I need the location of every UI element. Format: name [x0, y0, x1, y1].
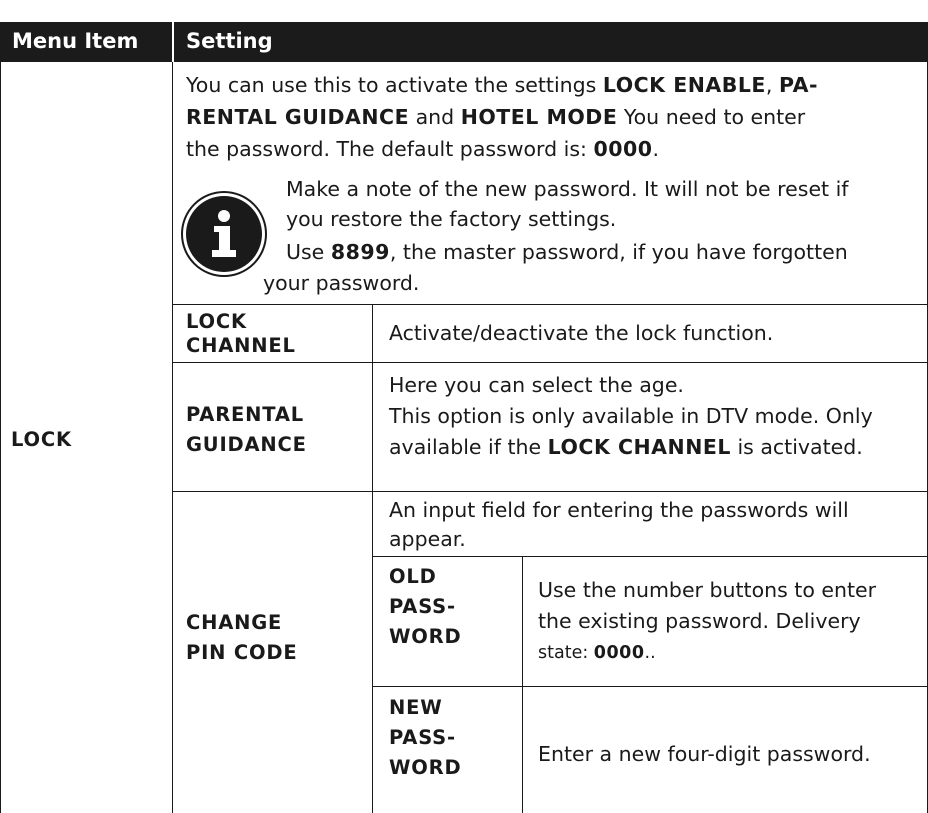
info-icon [181, 191, 267, 277]
row-line-intro [172, 304, 928, 305]
note-line-2: you restore the factory settings. [286, 207, 617, 231]
border-left [0, 62, 1, 813]
row-line-parental [172, 491, 928, 492]
parental-desc-line-3: available if the LOCK CHANNEL is activat… [389, 435, 863, 459]
change-pin-code-label: CHANGE PIN CODE [186, 611, 298, 664]
new-password-desc: Enter a new four-digit password. [538, 742, 871, 766]
old-password-desc-line-2: the existing password. Delivery [538, 609, 861, 633]
note-line-4: your password. [263, 271, 420, 295]
settings-table: Menu Item Setting LOCK You can use this … [0, 0, 928, 813]
parental-guidance-label: PARENTAL GUIDANCE [186, 403, 307, 456]
row-line-old-password [372, 686, 928, 687]
header-separator [172, 22, 174, 62]
parental-desc-line-1: Here you can select the age. [389, 373, 684, 397]
lock-channel-label: LOCK CHANNEL [186, 310, 296, 357]
parental-desc-line-2: This option is only available in DTV mod… [389, 404, 873, 428]
lock-label: LOCK [11, 428, 72, 451]
border-col3 [522, 556, 523, 813]
old-password-desc-line-1: Use the number buttons to enter [538, 578, 877, 602]
table-header: Menu Item Setting [0, 22, 928, 62]
note-line-1: Make a note of the new password. It will… [286, 177, 849, 201]
lock-channel-desc: Activate/deactivate the lock function. [389, 321, 774, 345]
old-password-desc-line-3: state: 0000.. [538, 643, 656, 663]
old-password-label: OLD PASS- WORD [389, 565, 462, 648]
header-menu-item: Menu Item [12, 29, 139, 53]
lock-intro-line-1: You can use this to activate the setting… [186, 73, 818, 97]
lock-intro-line-2: RENTAL GUIDANCE and HOTEL MODE You need … [186, 105, 806, 129]
pin-desc-line-1: An input field for entering the password… [389, 498, 849, 522]
header-setting: Setting [186, 29, 273, 53]
row-line-lock-channel [172, 362, 928, 363]
border-col1 [172, 62, 173, 813]
note-line-3: Use 8899, the master password, if you ha… [286, 240, 848, 264]
lock-intro-line-3: the password. The default password is: 0… [186, 137, 660, 161]
row-line-pin-intro [372, 556, 928, 557]
pin-desc-line-2: appear. [389, 527, 466, 551]
new-password-label: NEW PASS- WORD [389, 696, 462, 779]
border-col2 [372, 304, 373, 813]
